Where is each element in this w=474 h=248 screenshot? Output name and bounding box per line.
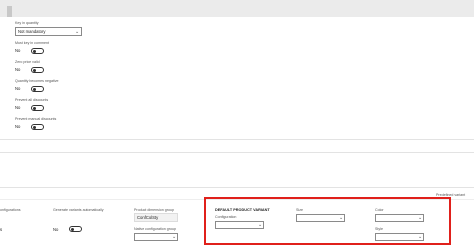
native-configuration-group-label: Native configuration group [134, 227, 176, 231]
configurations-label: onfigurations [0, 208, 21, 212]
color-select[interactable] [375, 214, 424, 222]
toggle-knob [33, 68, 36, 72]
section-divider [0, 139, 474, 140]
configuration-select[interactable] [215, 221, 264, 229]
top-bar-accent [7, 6, 12, 17]
toggle-knob [33, 106, 36, 110]
product-dimension-group-value: ConfColSty [137, 215, 159, 220]
default-product-variant-title: DEFAULT PRODUCT VARIANT [215, 208, 270, 212]
quantity-becomes-negative-value: No [15, 86, 21, 91]
toggle-knob [33, 49, 36, 53]
must-key-in-comment-toggle[interactable] [31, 48, 44, 54]
quantity-becomes-negative-label: Quantity becomes negative [15, 79, 59, 83]
key-in-quantity-value: Not mandatory [18, 29, 46, 34]
style-select[interactable] [375, 233, 424, 241]
chevron-down-icon: ⌄ [172, 234, 177, 240]
toggle-knob [71, 227, 74, 231]
must-key-in-comment-value: No [15, 48, 21, 53]
chevron-down-icon: ⌄ [418, 234, 423, 240]
must-key-in-comment-label: Must key in comment [15, 41, 49, 45]
configurations-value: s [0, 227, 3, 232]
quantity-becomes-negative-toggle[interactable] [31, 86, 44, 92]
size-label: Size [296, 208, 303, 212]
color-label: Color [375, 208, 384, 212]
section-divider [0, 152, 474, 153]
chevron-down-icon: ⌄ [75, 29, 80, 35]
toggle-knob [33, 87, 36, 91]
product-dimension-group-field: ConfColSty [134, 213, 178, 222]
chevron-down-icon: ⌄ [339, 215, 344, 221]
zero-price-valid-label: Zero price valid [15, 60, 40, 64]
toggle-knob [33, 125, 36, 129]
generate-variants-label: Generate variants automatically [53, 208, 104, 212]
configuration-label: Configuration [215, 215, 237, 219]
key-in-quantity-select[interactable]: Not mandatory [15, 27, 82, 36]
chevron-down-icon: ⌄ [258, 222, 263, 228]
prevent-manual-discounts-toggle[interactable] [31, 124, 44, 130]
prevent-manual-discounts-value: No [15, 124, 21, 129]
chevron-down-icon: ⌄ [418, 215, 423, 221]
prevent-all-discounts-toggle[interactable] [31, 105, 44, 111]
generate-variants-toggle[interactable] [69, 226, 82, 232]
section-divider [0, 187, 474, 188]
prevent-all-discounts-label: Prevent all discounts [15, 98, 49, 102]
top-bar [0, 0, 474, 17]
generate-variants-value: No [53, 227, 59, 232]
prevent-manual-discounts-label: Prevent manual discounts [15, 117, 57, 121]
product-dimension-group-label: Product dimension group [134, 208, 174, 212]
style-label: Style [375, 227, 383, 231]
key-in-quantity-label: Key in quantity [15, 21, 39, 25]
size-select[interactable] [296, 214, 345, 222]
prevent-all-discounts-value: No [15, 105, 21, 110]
zero-price-valid-value: No [15, 67, 21, 72]
zero-price-valid-toggle[interactable] [31, 67, 44, 73]
